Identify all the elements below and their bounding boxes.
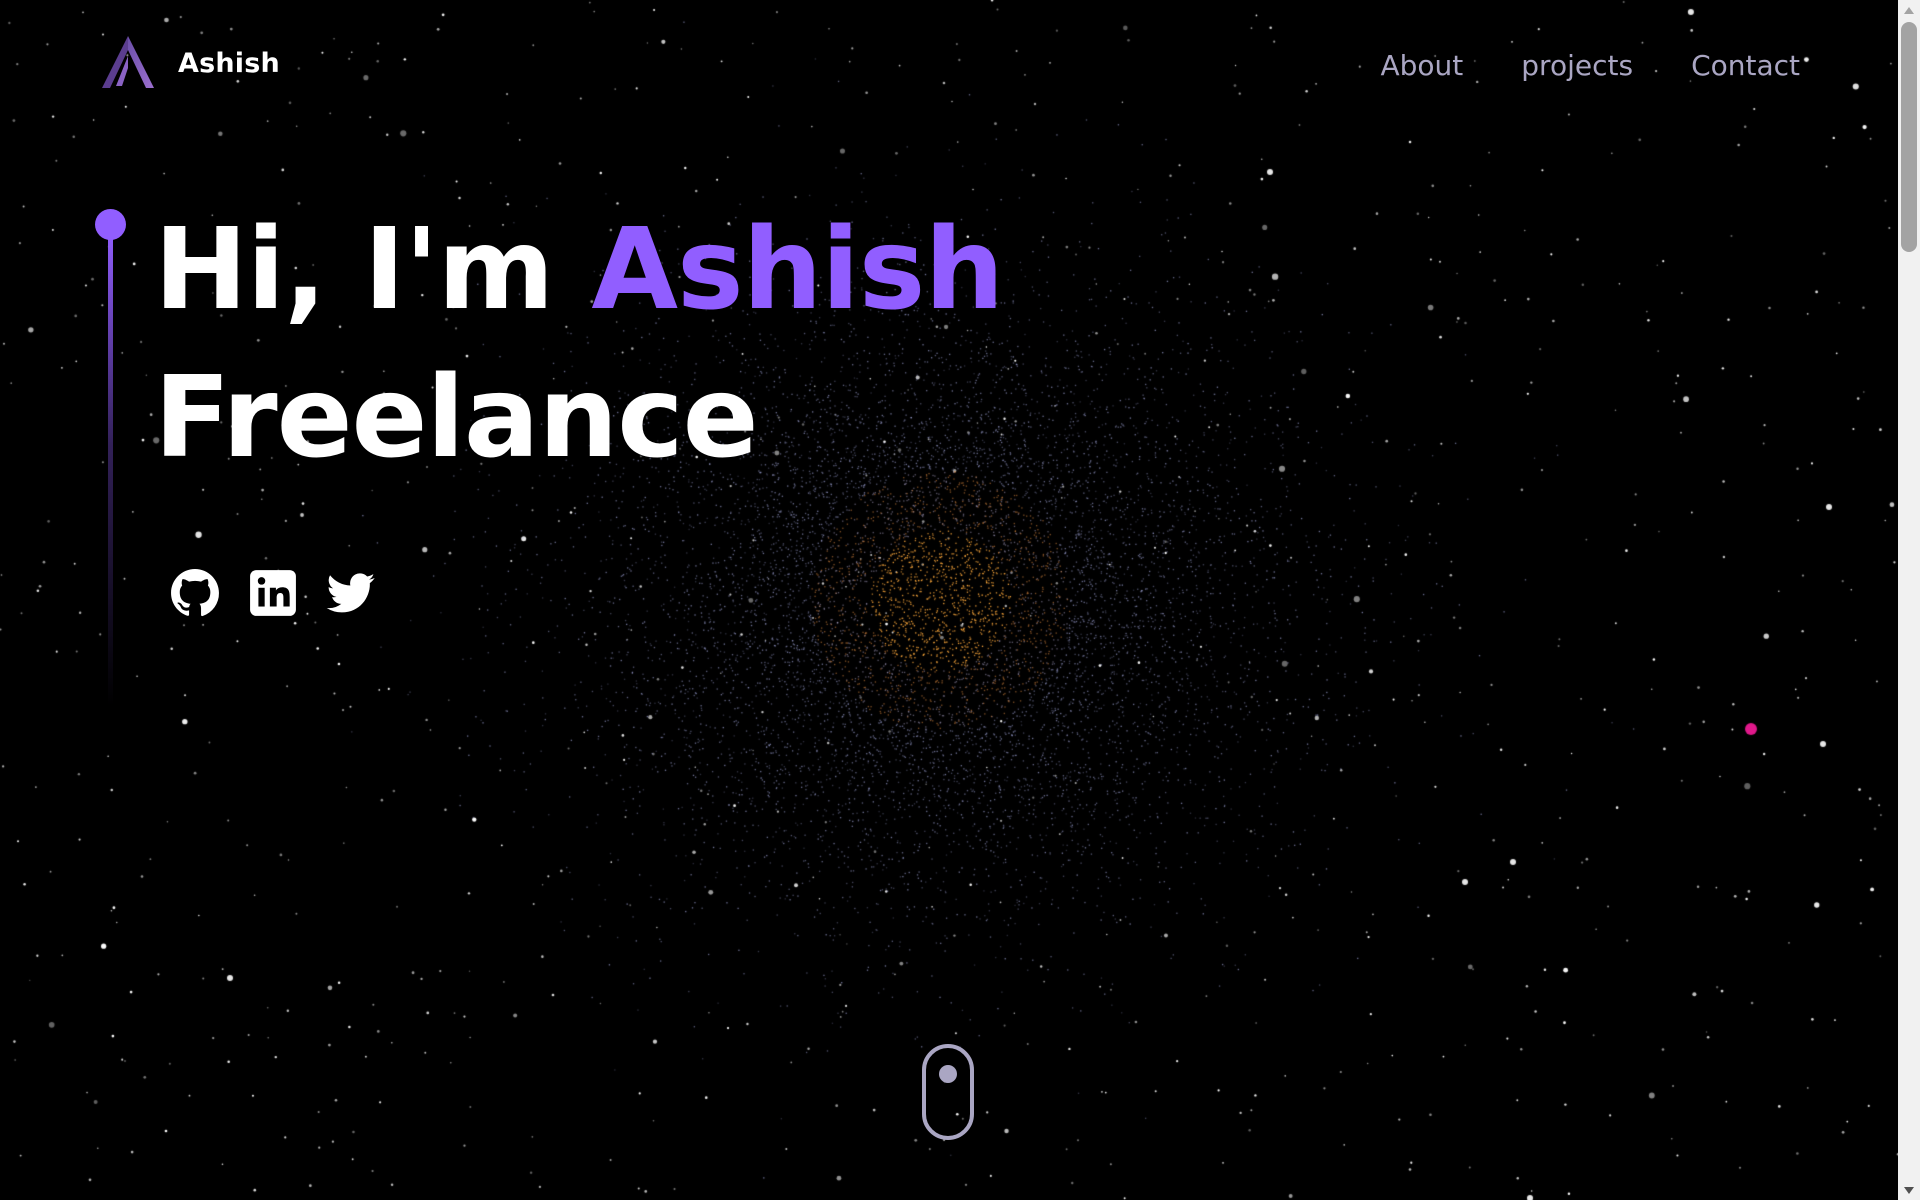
- github-link[interactable]: [170, 568, 220, 618]
- hero-name: Ashish: [591, 205, 1004, 335]
- hero-greeting: Hi, I'm: [154, 205, 592, 335]
- page-viewport: Ashish About projects Contact Hi, I'm As…: [0, 0, 1898, 1200]
- linkedin-link[interactable]: [248, 568, 298, 618]
- linkedin-icon: [250, 570, 296, 616]
- page-scrollbar[interactable]: [1898, 0, 1920, 1200]
- twitter-link[interactable]: [326, 568, 376, 618]
- nav-links: About projects Contact: [1322, 46, 1800, 86]
- scroll-down-arrow-icon[interactable]: [1898, 1180, 1920, 1200]
- triangle-a-logo-icon: [102, 36, 154, 88]
- nav-link-about[interactable]: About: [1380, 46, 1463, 86]
- brand-name: Ashish: [178, 47, 280, 79]
- navbar: Ashish About projects Contact: [0, 0, 1898, 132]
- github-icon: [171, 569, 219, 617]
- nav-link-projects[interactable]: projects: [1521, 46, 1633, 86]
- nav-link-contact[interactable]: Contact: [1691, 46, 1800, 86]
- mouse-scroll-icon: [939, 1065, 957, 1083]
- twitter-icon: [326, 573, 375, 613]
- scrollbar-thumb[interactable]: [1901, 22, 1917, 252]
- hero-subtitle: Freelance: [154, 353, 759, 483]
- hero-heading: Hi, I'm Ashish Freelance: [154, 196, 1004, 492]
- brand-logo-link[interactable]: Ashish: [100, 34, 280, 92]
- hero-timeline-line: [108, 230, 113, 706]
- scroll-up-arrow-icon[interactable]: [1898, 0, 1920, 20]
- social-links: [170, 568, 404, 618]
- scroll-down-indicator[interactable]: [922, 1044, 974, 1140]
